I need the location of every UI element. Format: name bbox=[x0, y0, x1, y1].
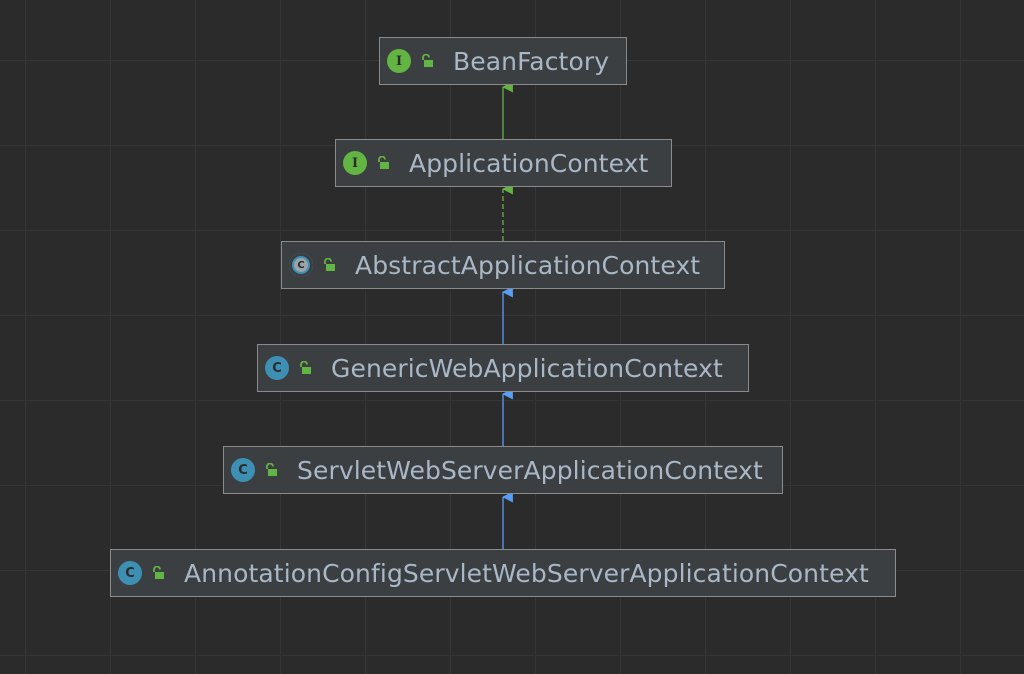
public-lock-icon bbox=[324, 258, 335, 271]
node-genericwebapplicationcontext[interactable]: C GenericWebApplicationContext bbox=[257, 344, 749, 392]
node-applicationcontext[interactable]: I ApplicationContext bbox=[335, 139, 672, 187]
node-label: GenericWebApplicationContext bbox=[331, 353, 723, 383]
public-lock-icon bbox=[378, 156, 389, 169]
interface-icon: I bbox=[387, 49, 411, 73]
public-lock-icon bbox=[422, 54, 433, 67]
class-icon: C bbox=[265, 356, 289, 380]
class-icon: C bbox=[118, 561, 142, 585]
public-lock-icon bbox=[266, 463, 277, 476]
node-annotationconfigservletwebserverapplicationcontext[interactable]: C AnnotationConfigServletWebServerApplic… bbox=[110, 549, 896, 597]
node-label: BeanFactory bbox=[453, 46, 610, 76]
abstract-class-icon: C bbox=[289, 253, 313, 277]
public-lock-icon bbox=[300, 361, 311, 374]
interface-icon: I bbox=[343, 151, 367, 175]
node-label: ApplicationContext bbox=[409, 148, 649, 178]
node-label: ServletWebServerApplicationContext bbox=[297, 455, 763, 485]
node-abstractapplicationcontext[interactable]: C AbstractApplicationContext bbox=[281, 241, 725, 289]
node-beanfactory[interactable]: I BeanFactory bbox=[379, 37, 627, 85]
abstract-class-icon-letter: C bbox=[294, 258, 308, 272]
node-label: AbstractApplicationContext bbox=[355, 250, 701, 280]
public-lock-icon bbox=[153, 566, 164, 579]
node-label: AnnotationConfigServletWebServerApplicat… bbox=[184, 558, 869, 588]
node-servletwebserverapplicationcontext[interactable]: C ServletWebServerApplicationContext bbox=[223, 446, 783, 494]
class-icon: C bbox=[231, 458, 255, 482]
